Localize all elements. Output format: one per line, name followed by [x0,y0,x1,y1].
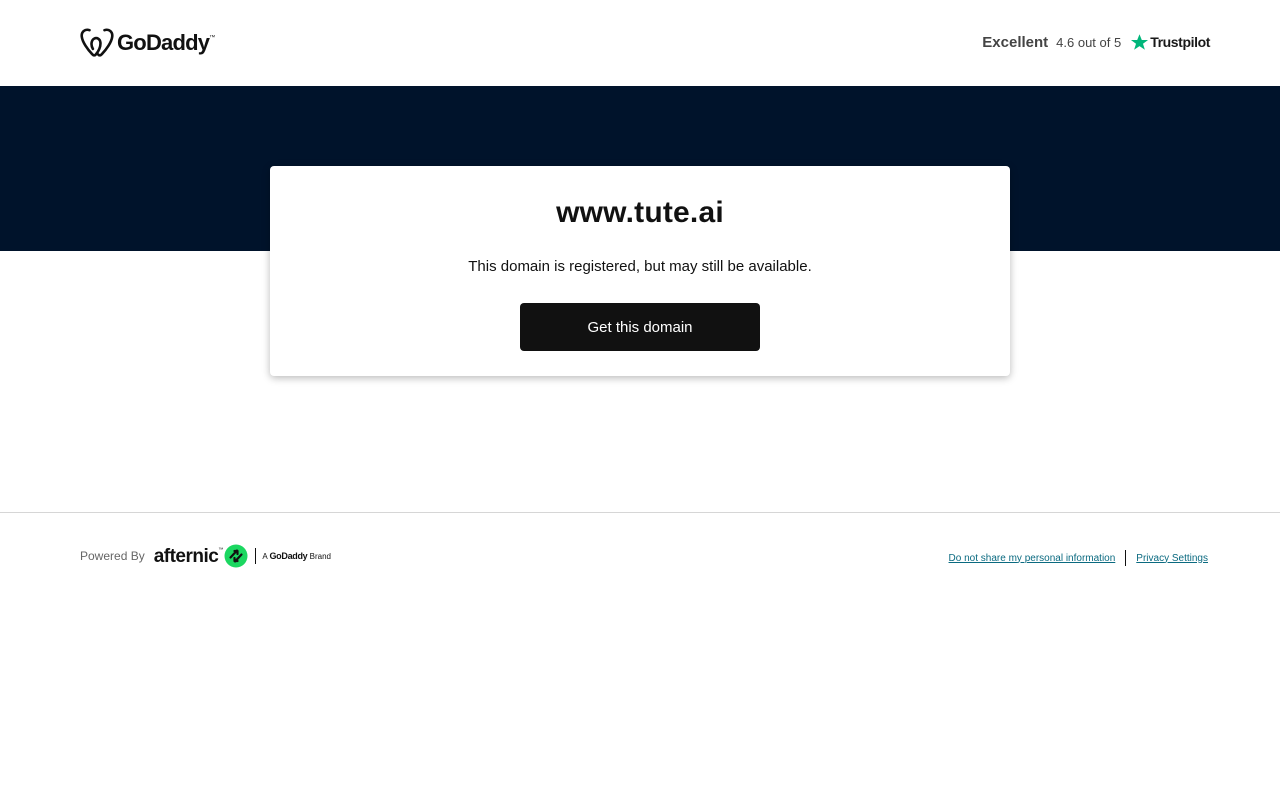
do-not-share-link[interactable]: Do not share my personal information [949,553,1116,564]
trustpilot-wordmark: Trustpilot [1150,34,1210,50]
afternic-icon [224,544,248,568]
domain-status-text: This domain is registered, but may still… [468,258,812,275]
godaddy-wordmark: GoDaddy [117,30,210,55]
afternic-wordmark[interactable]: afternic [154,547,219,566]
footer-divider [0,512,1280,513]
powered-by-label: Powered By [80,549,145,563]
godaddy-logo[interactable]: GoDaddy ™ [80,27,215,59]
trustpilot-star-icon [1131,33,1149,50]
godaddy-brand-tagline: A GoDaddy Brand [262,551,331,561]
brand-divider [255,548,257,564]
rating-label: Excellent [982,33,1049,51]
trademark-symbol: ™ [209,35,216,41]
rating-score: 4.6 out of 5 [1056,34,1122,50]
get-this-domain-button[interactable]: Get this domain [520,303,760,351]
domain-card: www.tute.ai This domain is registered, b… [270,166,1010,376]
afternic-trademark: ™ [218,547,224,553]
godaddy-heart-icon [80,28,114,57]
brand-name: GoDaddy [269,551,308,561]
link-separator [1125,550,1127,566]
trustpilot-rating[interactable]: Excellent 4.6 out of 5 Trustpilot [982,30,1210,54]
privacy-settings-link[interactable]: Privacy Settings [1136,553,1208,564]
site-header: GoDaddy ™ Excellent 4.6 out of 5 Trustpi… [0,0,1280,86]
domain-name: www.tute.ai [556,196,724,229]
legal-links: Do not share my personal information Pri… [949,548,1208,568]
powered-by-afternic: Powered By afternic ™ A GoDaddy Brand [80,543,331,569]
brand-prefix: A [262,552,268,561]
brand-suffix: Brand [309,552,331,561]
